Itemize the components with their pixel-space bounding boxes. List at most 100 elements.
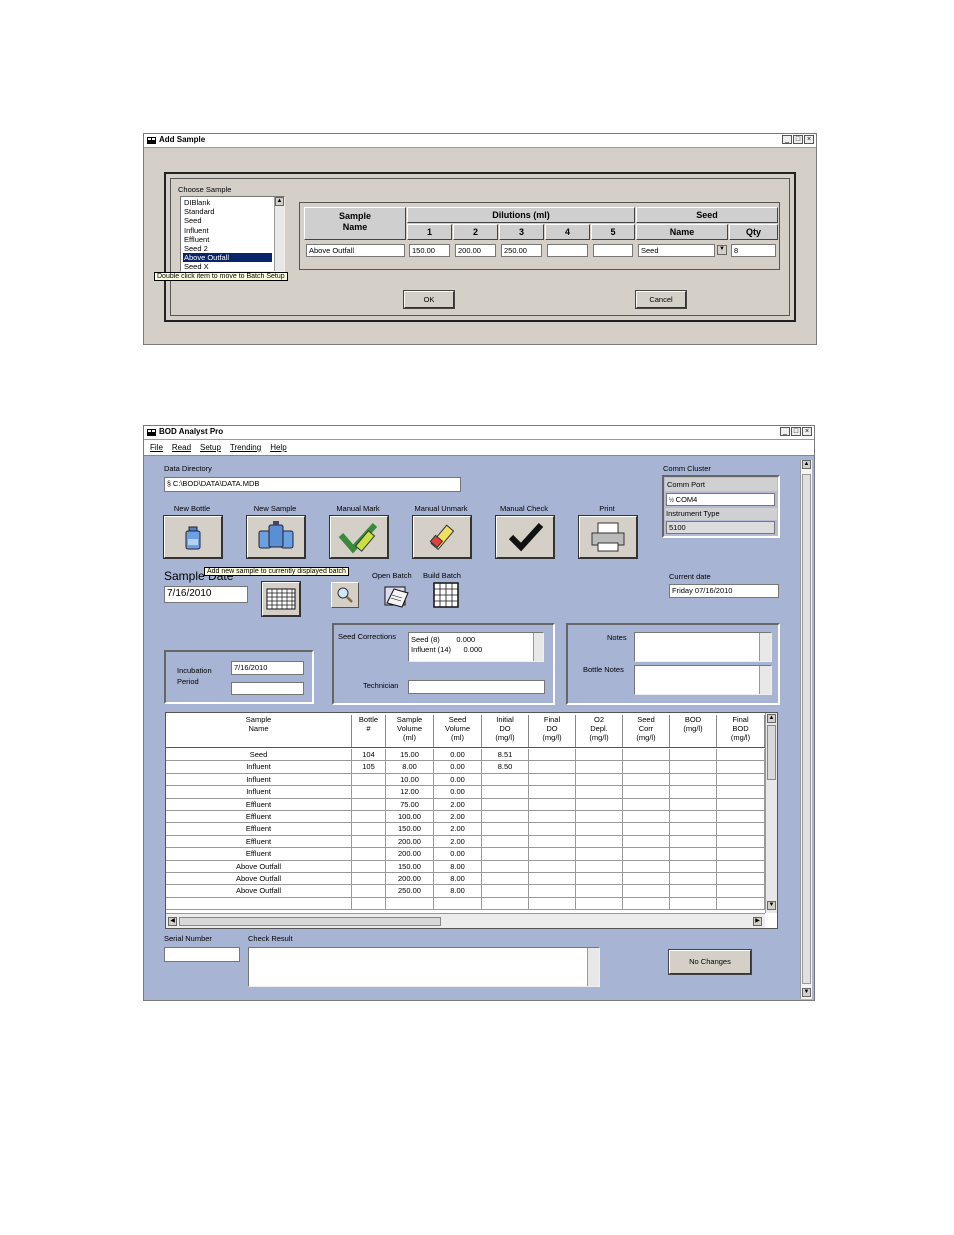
dilution-5-input[interactable] xyxy=(593,244,633,257)
check-result-label: Check Result xyxy=(248,934,293,943)
data-directory-input[interactable]: § C:\BOD\DATA\DATA.MDB xyxy=(164,477,461,492)
technician-input[interactable] xyxy=(408,680,545,694)
menu-item-setup[interactable]: Setup xyxy=(200,443,221,452)
seed-correction-item[interactable]: Seed (8) 0.000 xyxy=(411,635,482,645)
grid-column-header: Final DO (mg/l) xyxy=(529,715,576,747)
grid-vscroll-thumb[interactable] xyxy=(767,725,776,780)
table-row[interactable]: Above Outfall 250.00 8.00 xyxy=(166,885,765,898)
grid-column-header: Sample Volume (ml) xyxy=(386,715,434,747)
table-cell xyxy=(670,835,717,848)
main-scrollbar[interactable]: ▲ ▼ xyxy=(800,460,812,999)
dilution-3-input[interactable]: 250.00 xyxy=(501,244,542,257)
seed-correction-item[interactable]: Influent (14) 0.000 xyxy=(411,645,482,655)
technician-label: Technician xyxy=(363,681,399,690)
chevron-down-icon[interactable]: ▼ xyxy=(717,245,727,255)
menu-item-trending[interactable]: Trending xyxy=(230,443,261,452)
manual-unmark-button[interactable] xyxy=(413,516,471,558)
notes-textarea[interactable] xyxy=(634,632,772,662)
calendar-button[interactable] xyxy=(262,582,300,616)
build-batch-button[interactable] xyxy=(432,581,460,609)
search-button[interactable] xyxy=(331,582,359,608)
sample-list-item[interactable]: Seed X xyxy=(183,262,272,271)
new-bottle-button[interactable] xyxy=(164,516,222,558)
manual-mark-button[interactable] xyxy=(330,516,388,558)
close-icon[interactable]: × xyxy=(804,135,814,144)
table-row[interactable]: Effluent 150.00 2.00 xyxy=(166,823,765,836)
table-cell xyxy=(717,773,765,786)
build-batch-label: Build Batch xyxy=(423,571,461,580)
seed-qty-input[interactable]: 8 xyxy=(731,244,776,257)
scroll-up-icon[interactable]: ▲ xyxy=(802,460,811,469)
table-row[interactable]: Effluent 100.00 2.00 xyxy=(166,811,765,824)
seed-corrections-list[interactable]: Seed (8) 0.000 Influent (14) 0.000 xyxy=(408,632,544,662)
table-cell: Above Outfall xyxy=(166,873,352,885)
table-row[interactable] xyxy=(166,897,765,911)
sample-list-item[interactable]: Seed 2 xyxy=(183,244,272,253)
bottle-notes-textarea[interactable] xyxy=(634,665,772,695)
sample-list-item[interactable]: Influent xyxy=(183,226,272,235)
sample-list-item[interactable]: Above Outfall xyxy=(183,253,272,263)
dilution-1-input[interactable]: 150.00 xyxy=(409,244,450,257)
grid-hscroll[interactable]: ◀ ▶ xyxy=(166,913,765,928)
scroll-down-icon[interactable]: ▼ xyxy=(767,901,776,910)
samples-grid[interactable]: Sample Name Bottle # Sample Volume (ml) Seed Vol… xyxy=(165,712,778,929)
scroll-down-icon[interactable]: ▼ xyxy=(802,988,811,997)
serial-number-input[interactable] xyxy=(164,947,240,962)
menu-item-help[interactable]: Help xyxy=(270,443,286,452)
minimize-icon[interactable]: _ xyxy=(782,135,792,144)
table-cell xyxy=(623,835,670,848)
scroll-left-icon[interactable]: ◀ xyxy=(168,917,177,926)
table-cell xyxy=(576,811,623,823)
minimize-icon[interactable]: _ xyxy=(780,427,790,436)
table-row[interactable]: Effluent 200.00 2.00 xyxy=(166,835,765,849)
sample-date-input[interactable]: 7/16/2010 xyxy=(164,586,248,603)
grid-header-line: (mg/l) xyxy=(730,733,751,742)
sample-list-item[interactable]: Standard xyxy=(183,207,272,216)
instrument-type-input[interactable]: 5100 xyxy=(666,521,775,534)
table-row[interactable]: Above Outfall 200.00 8.00 xyxy=(166,873,765,886)
comm-port-input[interactable]: ½ COM4 xyxy=(666,493,775,506)
grid-hscroll-thumb[interactable] xyxy=(179,917,441,926)
dilution-4-input[interactable] xyxy=(547,244,588,257)
manual-check-button[interactable] xyxy=(496,516,554,558)
grid-vscroll[interactable]: ▲ ▼ xyxy=(765,713,777,913)
sample-list-item[interactable]: DIBlank xyxy=(183,198,272,207)
cancel-button[interactable]: Cancel xyxy=(636,291,686,308)
dilution-2-input[interactable]: 200.00 xyxy=(455,244,496,257)
table-row[interactable]: Influent 105 8.00 0.00 8.50 xyxy=(166,761,765,774)
table-row[interactable]: Influent 12.00 0.00 xyxy=(166,786,765,799)
scroll-up-icon[interactable]: ▲ xyxy=(767,714,776,723)
close-icon[interactable]: × xyxy=(802,427,812,436)
main-window: BOD Analyst Pro _ □ × File Read Setup Trend… xyxy=(143,425,815,1001)
open-batch-button[interactable] xyxy=(382,581,410,609)
seed-name-select[interactable]: Seed xyxy=(638,244,715,257)
menu-item-read[interactable]: Read xyxy=(172,443,191,452)
scroll-up-icon[interactable]: ▲ xyxy=(275,197,284,206)
table-cell xyxy=(717,786,765,799)
incubation-date-input[interactable]: 7/16/2010 xyxy=(231,661,304,675)
scroll-right-icon[interactable]: ▶ xyxy=(753,917,762,926)
table-row[interactable]: Effluent 75.00 2.00 xyxy=(166,798,765,811)
new-sample-button[interactable] xyxy=(247,516,305,558)
menu-item-file[interactable]: File xyxy=(150,443,163,452)
table-row[interactable]: Effluent 200.00 0.00 xyxy=(166,848,765,861)
main-titlebar[interactable]: BOD Analyst Pro _ □ × xyxy=(144,426,814,440)
scroll-thumb[interactable] xyxy=(802,474,811,984)
sample-list-item[interactable]: Effluent xyxy=(183,235,272,244)
maximize-icon[interactable]: □ xyxy=(791,427,801,436)
dilution-1-header: 1 xyxy=(407,224,452,240)
table-cell xyxy=(717,873,765,885)
table-row[interactable]: Above Outfall 150.00 8.00 xyxy=(166,860,765,873)
add-sample-titlebar[interactable]: Add Sample _ □ × xyxy=(144,134,816,148)
table-row[interactable]: Influent 10.00 0.00 xyxy=(166,773,765,787)
ok-button[interactable]: OK xyxy=(404,291,454,308)
table-cell xyxy=(529,885,576,898)
maximize-icon[interactable]: □ xyxy=(793,135,803,144)
sample-list-item[interactable]: Seed xyxy=(183,216,272,225)
incubation-period-input[interactable] xyxy=(231,682,304,695)
table-row[interactable]: Seed 104 15.00 0.00 8.51 xyxy=(166,749,765,762)
print-button[interactable] xyxy=(579,516,637,558)
no-changes-button[interactable]: No Changes xyxy=(669,950,751,974)
sample-name-input[interactable]: Above Outfall xyxy=(306,244,405,257)
sample-list[interactable]: DIBlank Standard Seed Influent Effluent Seed … xyxy=(180,196,285,272)
